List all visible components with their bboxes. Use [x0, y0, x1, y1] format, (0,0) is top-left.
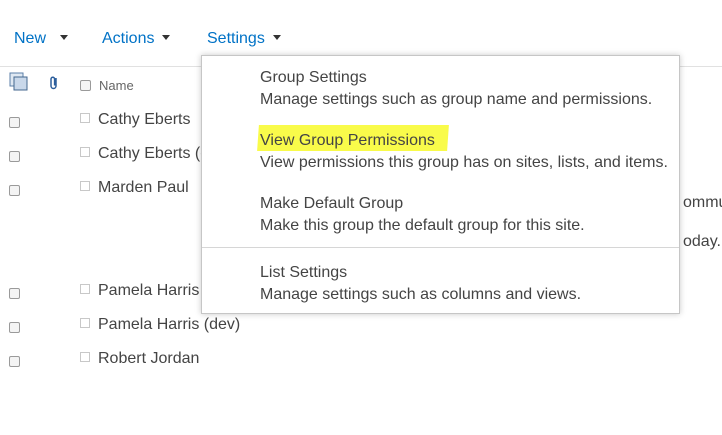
settings-menu-button[interactable]: Settings: [207, 30, 281, 48]
menu-item-title: View Group Permissions: [260, 132, 435, 149]
settings-label: Settings: [207, 30, 265, 47]
row-name[interactable]: Pamela Harris (dev): [98, 316, 240, 334]
row-name[interactable]: Robert Jordan: [98, 350, 199, 368]
row-clipped-text: ommu: [683, 194, 722, 211]
row-name[interactable]: Pamela Harris: [98, 282, 199, 300]
paperclip-icon: [48, 75, 60, 96]
menu-item-title: Make Default Group: [260, 195, 404, 212]
name-checkbox-icon: [80, 284, 90, 294]
new-label: New: [14, 30, 47, 47]
chevron-down-icon: [162, 35, 171, 41]
menu-item-description: Make this group the default group for th…: [260, 217, 585, 234]
settings-dropdown-menu: Group Settings Manage settings such as g…: [201, 55, 680, 314]
menu-item-description: View permissions this group has on sites…: [260, 154, 668, 171]
name-checkbox-icon: [80, 318, 90, 328]
menu-item-description: Manage settings such as columns and view…: [260, 286, 582, 303]
menu-item-view-group-permissions[interactable]: View Group Permissions View permissions …: [257, 125, 668, 173]
menu-item-title: List Settings: [260, 264, 348, 281]
row-checkbox[interactable]: [9, 185, 20, 196]
menu-separator: [202, 247, 679, 248]
row-checkbox[interactable]: [9, 117, 20, 128]
menu-item-title: Group Settings: [260, 69, 367, 86]
name-checkbox-icon: [80, 147, 90, 157]
row-checkbox[interactable]: [9, 356, 20, 367]
menu-item-title-wrap: View Group Permissions: [257, 125, 668, 151]
menu-item-list-settings[interactable]: List Settings Manage settings such as co…: [260, 263, 581, 305]
menu-item-group-settings[interactable]: Group Settings Manage settings such as g…: [260, 68, 652, 110]
menu-item-description: Manage settings such as group name and p…: [260, 91, 653, 108]
row-clipped-text: oday.: [683, 233, 721, 250]
name-column-header[interactable]: Name: [99, 78, 134, 93]
chevron-down-icon: [272, 35, 281, 41]
name-checkbox-icon: [80, 352, 90, 362]
select-all-checkbox[interactable]: [80, 80, 91, 91]
chevron-down-icon: [60, 35, 69, 41]
document-type-icon: [9, 72, 29, 97]
actions-label: Actions: [102, 30, 155, 47]
actions-menu-button[interactable]: Actions: [102, 30, 171, 48]
row-name[interactable]: Cathy Eberts: [98, 111, 190, 129]
name-checkbox-icon: [80, 113, 90, 123]
name-checkbox-icon: [80, 181, 90, 191]
row-checkbox[interactable]: [9, 151, 20, 162]
menu-item-make-default-group[interactable]: Make Default Group Make this group the d…: [260, 194, 585, 236]
row-name[interactable]: Cathy Eberts (d: [98, 145, 209, 163]
row-checkbox[interactable]: [9, 288, 20, 299]
new-menu-button[interactable]: New: [14, 30, 69, 48]
row-name[interactable]: Marden Paul: [98, 179, 189, 197]
row-checkbox[interactable]: [9, 322, 20, 333]
